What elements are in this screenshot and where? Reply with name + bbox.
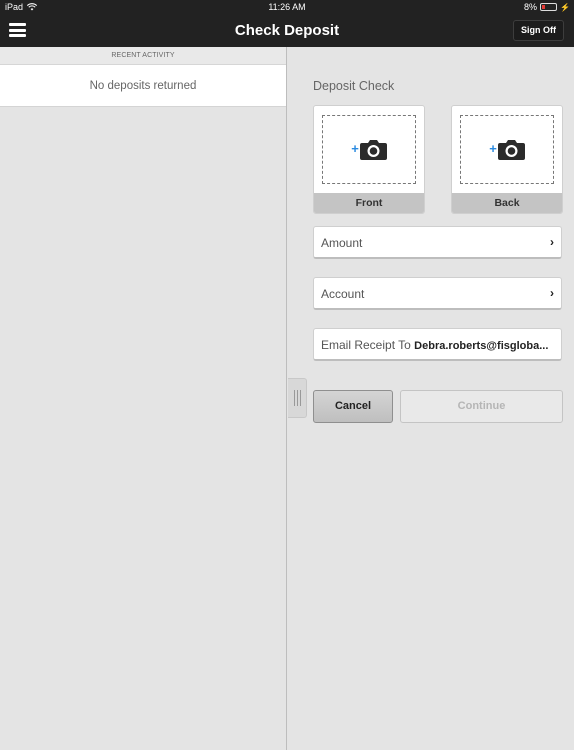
section-title: Deposit Check [313, 79, 395, 93]
plus-icon: + [351, 141, 359, 156]
status-bar: iPad 11:26 AM 8% ⚡ [0, 0, 574, 15]
back-label: Back [452, 193, 562, 213]
battery-icon [540, 3, 558, 11]
nav-bar: Check Deposit Sign Off [0, 15, 574, 47]
pane-resize-handle[interactable] [288, 378, 307, 418]
chevron-right-icon: › [550, 286, 554, 300]
battery-percent: 8% [524, 2, 538, 12]
plus-icon: + [489, 141, 497, 156]
recent-activity-header: RECENT ACTIVITY [0, 47, 286, 65]
camera-icon [359, 140, 387, 160]
front-photo-button[interactable]: + Front [313, 105, 425, 214]
front-photo-frame: + [322, 115, 416, 184]
clock: 11:26 AM [268, 2, 306, 12]
chevron-right-icon: › [550, 235, 554, 249]
account-label: Account [321, 287, 365, 301]
empty-message: No deposits returned [0, 65, 286, 107]
front-label: Front [314, 193, 424, 213]
continue-button[interactable]: Continue [400, 390, 563, 423]
amount-field[interactable]: Amount › [313, 226, 562, 259]
cancel-button[interactable]: Cancel [313, 390, 393, 423]
email-receipt-label: Email Receipt To [321, 338, 411, 352]
deposit-pane: Deposit Check + Front + Back Amount › Ac… [288, 47, 574, 750]
back-photo-button[interactable]: + Back [451, 105, 563, 214]
amount-label: Amount [321, 236, 363, 250]
back-photo-frame: + [460, 115, 554, 184]
email-receipt-value: Debra.roberts@fisgloba... [414, 340, 549, 352]
camera-icon [497, 140, 525, 160]
email-receipt-row: Email Receipt To Debra.roberts@fisgloba.… [321, 338, 548, 352]
account-field[interactable]: Account › [313, 277, 562, 310]
charging-icon: ⚡ [560, 2, 570, 12]
status-right: 8% ⚡ [524, 2, 570, 12]
email-receipt-field[interactable]: Email Receipt To Debra.roberts@fisgloba.… [313, 328, 562, 361]
recent-activity-pane: RECENT ACTIVITY No deposits returned [0, 47, 287, 750]
sign-off-button[interactable]: Sign Off [513, 20, 564, 41]
page-title: Check Deposit [234, 22, 340, 39]
